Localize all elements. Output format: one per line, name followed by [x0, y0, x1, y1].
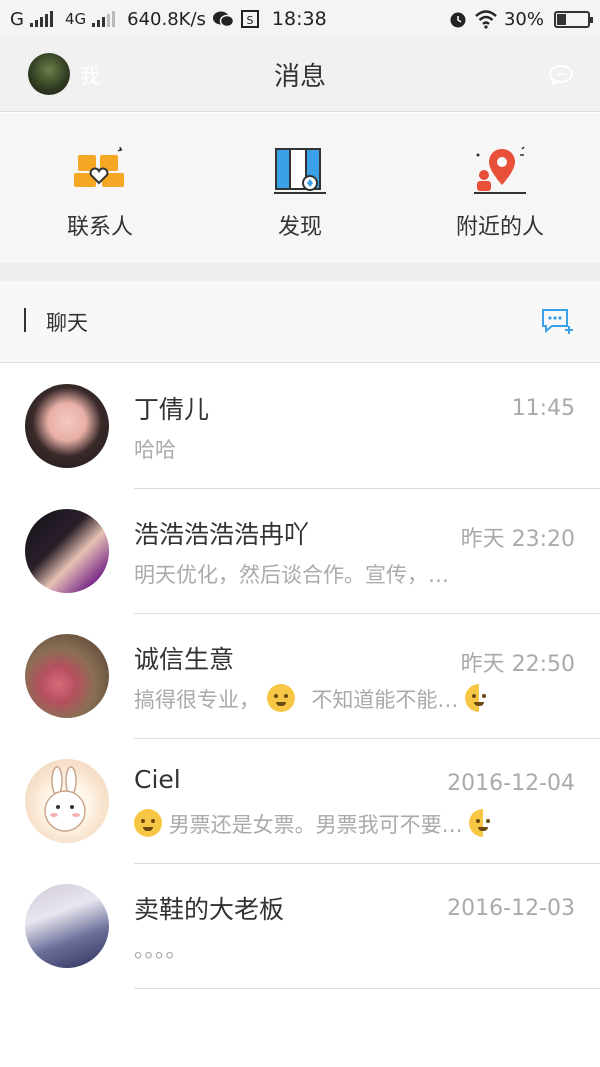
section-gap: [0, 263, 600, 281]
quick-label-discover: 发现: [277, 215, 322, 240]
chat-preview: 搞得很专业， 不知道能不能…: [134, 684, 504, 716]
chat-section-header: 聊天: [0, 281, 600, 363]
section-marker: [24, 308, 26, 332]
chat-row[interactable]: Ciel 2016-12-04 男票还是女票。男票我可不要…: [0, 739, 600, 864]
signal-weak-icon: [92, 11, 116, 27]
carrier-label: G: [10, 8, 24, 30]
discover-icon: [274, 148, 326, 194]
chat-preview: 哈哈: [134, 438, 176, 462]
alarm-icon: [450, 12, 466, 28]
chat-preview-text: 男票还是女票。男票我可不要…: [168, 813, 463, 837]
chat-preview: 明天优化，然后谈合作。宣传，…: [134, 563, 449, 587]
chat-bubble-icon[interactable]: [548, 64, 574, 86]
section-label: 聊天: [46, 311, 88, 335]
battery-icon: [554, 10, 593, 28]
contacts-icon: [74, 146, 124, 187]
status-bar: G 4G 640.8K/s S 18:38 30%: [0, 0, 600, 38]
quick-item-discover[interactable]: 发现: [200, 113, 400, 263]
chat-preview: 。。。。: [134, 938, 187, 962]
chat-time: 11:45: [511, 396, 575, 421]
smile-emoji-icon: [469, 809, 489, 837]
page-title: 消息: [273, 62, 326, 92]
nearby-icon: [474, 146, 526, 194]
chat-time: 昨天 23:20: [460, 527, 575, 552]
network-label: 4G: [64, 10, 87, 28]
battery-percent: 30%: [503, 8, 544, 30]
wechat-icon: [212, 11, 234, 28]
quick-actions: 联系人 发现 附近的人: [0, 113, 600, 263]
avatar: [25, 884, 109, 968]
avatar: [25, 634, 109, 718]
avatar: [25, 759, 109, 843]
avatar: [25, 509, 109, 593]
chat-preview: 男票还是女票。男票我可不要…: [134, 809, 504, 841]
svg-text:S: S: [246, 14, 253, 27]
clock-time: 18:38: [271, 8, 327, 30]
chat-name: Ciel: [134, 765, 181, 794]
chat-row[interactable]: 浩浩浩浩浩冉吖 昨天 23:20 明天优化，然后谈合作。宣传，…: [0, 489, 600, 614]
chat-name: 卖鞋的大老板: [134, 895, 285, 924]
chat-preview-text: 不知道能不能…: [311, 688, 459, 712]
wifi-icon: [475, 10, 497, 29]
smile-emoji-icon: [465, 684, 485, 712]
chat-row[interactable]: 丁倩儿 11:45 哈哈: [0, 364, 600, 489]
status-left: G 4G 640.8K/s S 18:38: [10, 8, 327, 30]
chat-preview-text: 搞得很专业，: [134, 688, 260, 712]
quick-item-contacts[interactable]: 联系人: [0, 113, 200, 263]
chat-time: 昨天 22:50: [460, 652, 575, 677]
signal-icon: [29, 11, 53, 27]
new-chat-icon[interactable]: [540, 307, 574, 335]
top-header: 我 消息: [0, 38, 600, 112]
chat-name: 丁倩儿: [134, 395, 210, 424]
chat-list: 丁倩儿 11:45 哈哈 浩浩浩浩浩冉吖 昨天 23:20 明天优化，然后谈合作…: [0, 364, 600, 989]
quick-item-nearby[interactable]: 附近的人: [400, 113, 600, 263]
status-right: 30%: [448, 8, 593, 30]
weary-emoji-icon: [134, 809, 162, 837]
chat-name: 浩浩浩浩浩冉吖: [134, 520, 310, 549]
avatar: [25, 384, 109, 468]
divider: [134, 988, 600, 989]
chat-time: 2016-12-04: [447, 771, 575, 796]
chat-row[interactable]: 卖鞋的大老板 2016-12-03 。。。。: [0, 864, 600, 989]
chat-name: 诚信生意: [134, 645, 235, 674]
chat-row[interactable]: 诚信生意 昨天 22:50 搞得很专业， 不知道能不能…: [0, 614, 600, 739]
rabbit-icon: [44, 766, 86, 832]
flushed-emoji-icon: [266, 684, 295, 712]
quick-label-contacts: 联系人: [66, 215, 133, 240]
screenshot-icon: S: [240, 10, 259, 28]
network-speed: 640.8K/s: [127, 8, 206, 30]
quick-label-nearby: 附近的人: [455, 215, 544, 240]
chat-time: 2016-12-03: [447, 896, 575, 921]
